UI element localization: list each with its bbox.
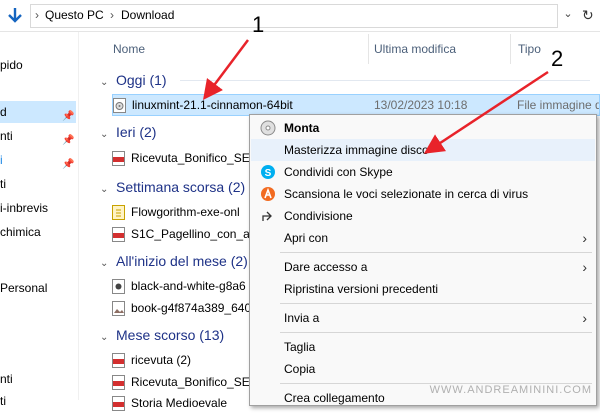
annotation-number-1: 1	[252, 12, 265, 37]
annotation-number-2: 2	[551, 46, 564, 71]
annotation-arrow-2	[423, 70, 549, 154]
annotation-arrow-1	[203, 39, 249, 100]
annotation-arrows	[203, 39, 549, 154]
watermark: WWW.ANDREAMININI.COM	[429, 384, 592, 396]
